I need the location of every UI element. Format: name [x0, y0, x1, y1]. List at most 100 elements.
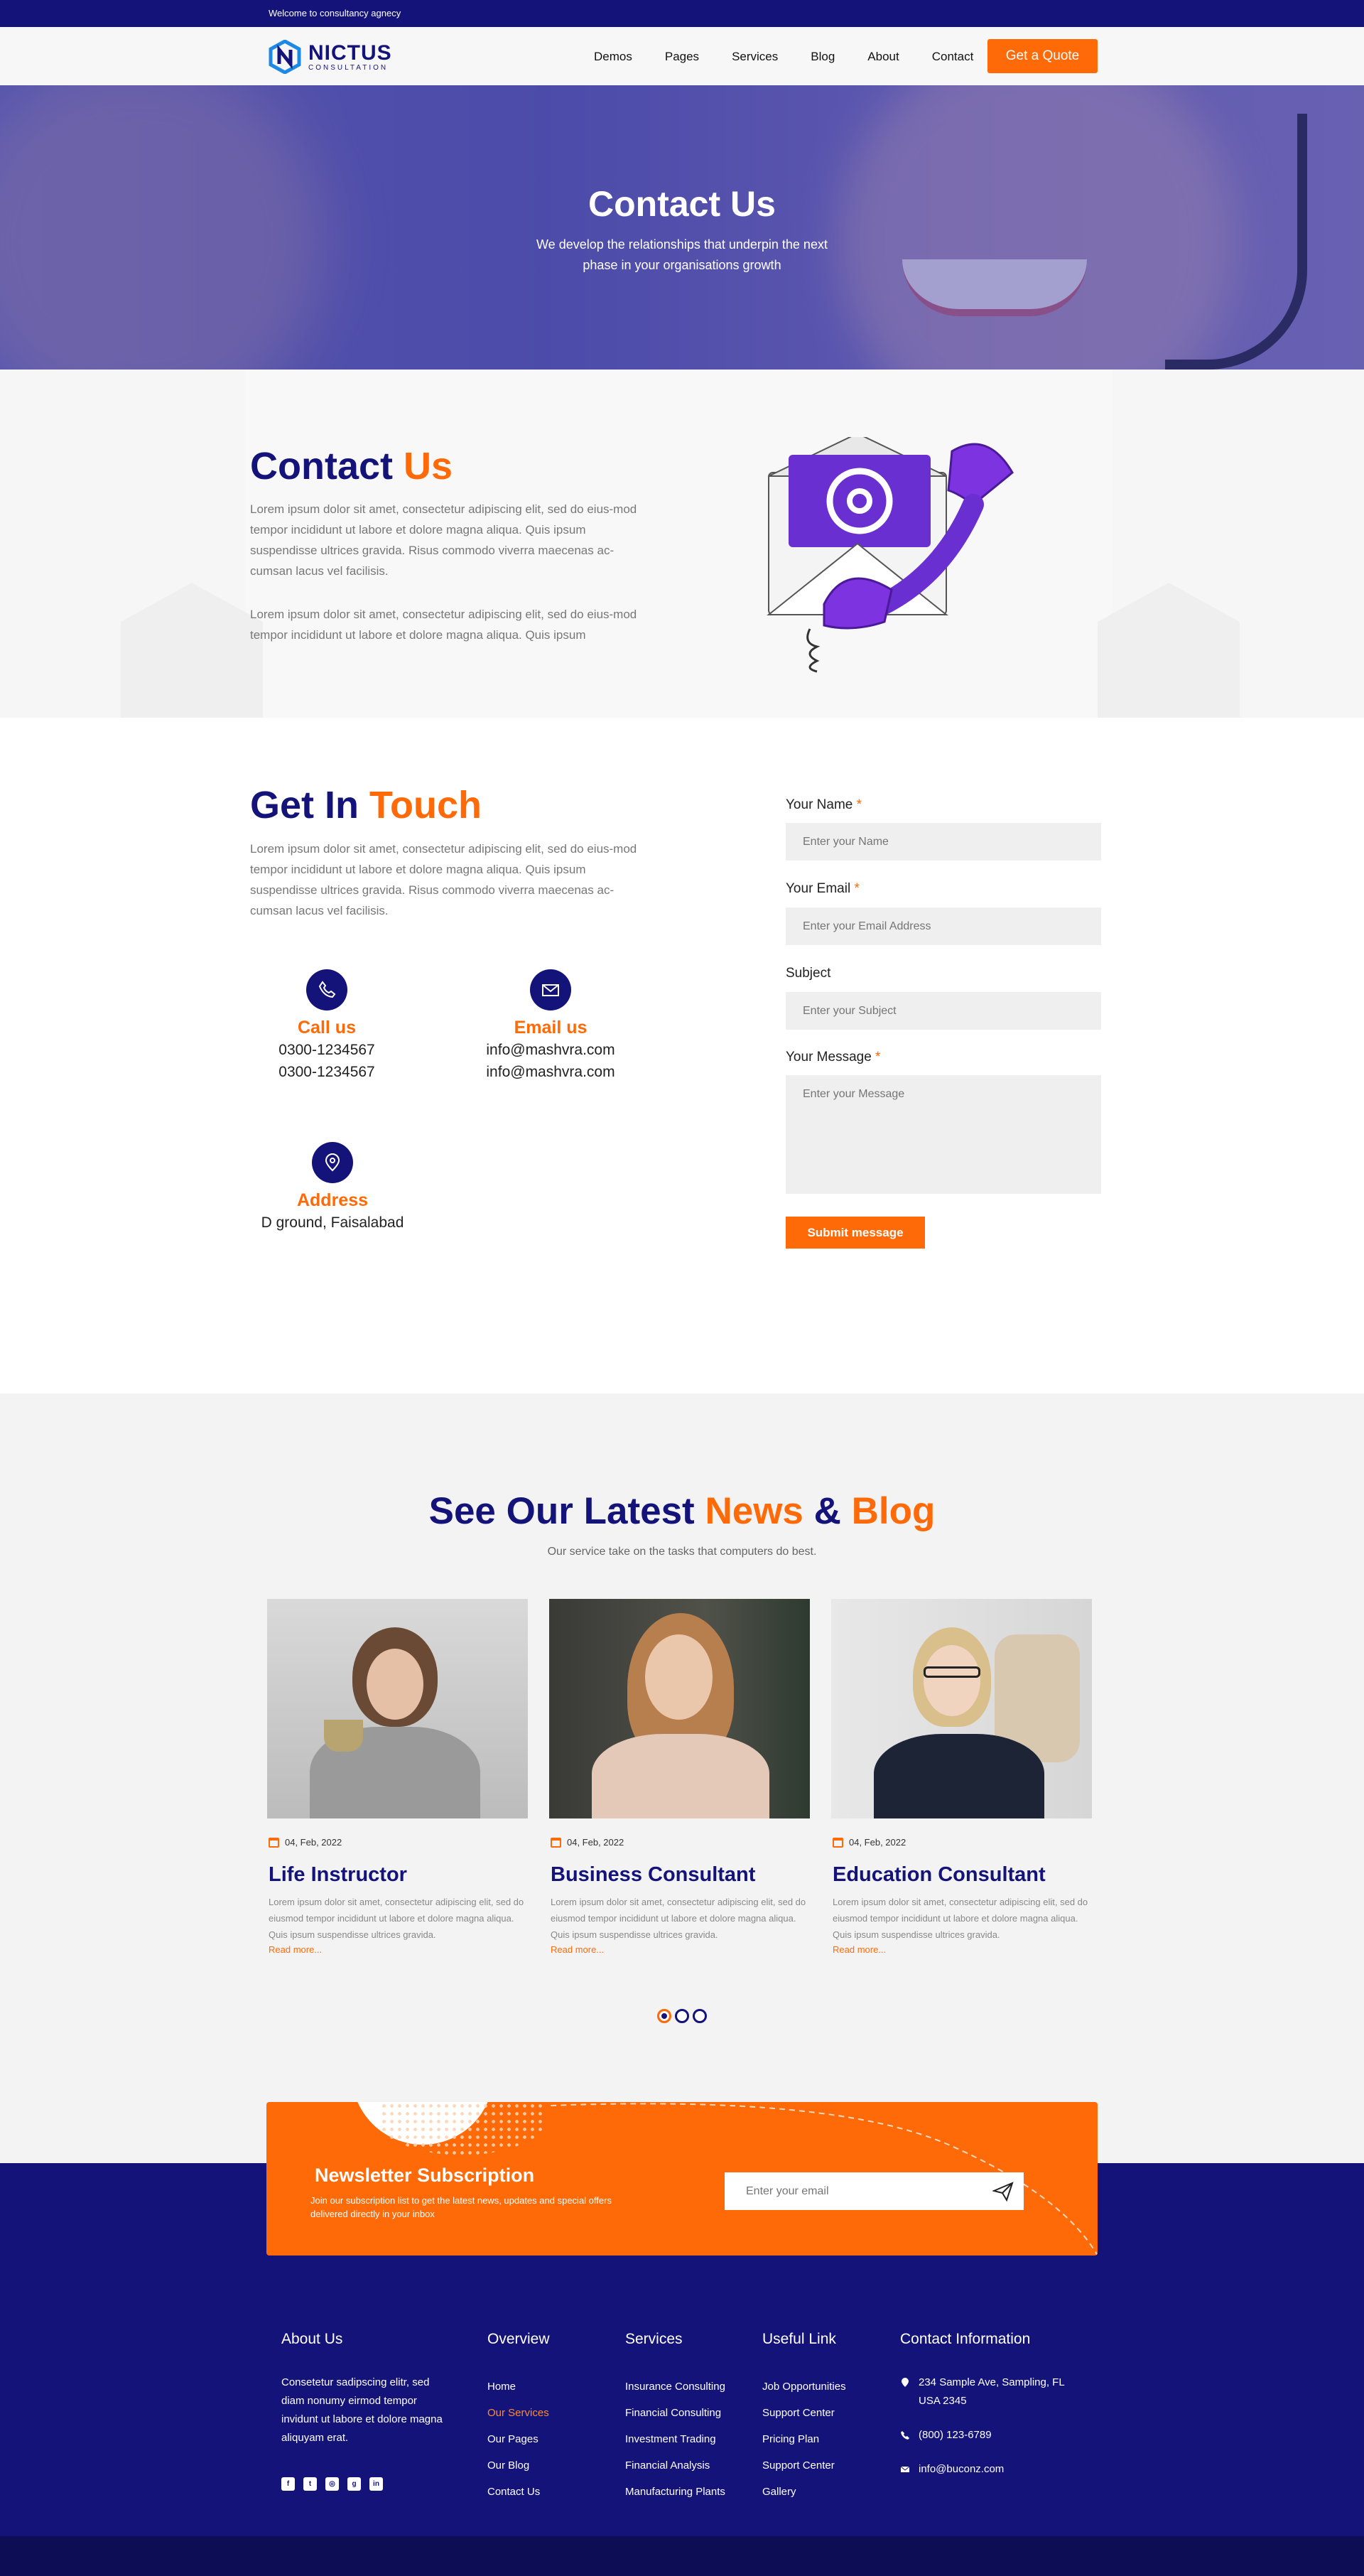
- touch-title-part1: Get In: [250, 784, 359, 826]
- footer-contact: Contact Information 234 Sample Ave, Samp…: [900, 2331, 1085, 2494]
- email-phone-icon: [767, 437, 1014, 673]
- newsletter-email-input[interactable]: [725, 2172, 1024, 2210]
- blog-date: 04, Feb, 2022: [551, 1837, 810, 1848]
- google-icon[interactable]: g: [347, 2477, 361, 2491]
- address-title: Address: [296, 1190, 369, 1210]
- blog-card-title[interactable]: Business Consultant: [551, 1863, 810, 1887]
- footer-link[interactable]: Investment Trading: [625, 2426, 725, 2452]
- blog-image-businesswoman[interactable]: [549, 1599, 810, 1818]
- read-more-link[interactable]: Read more...: [833, 1944, 1092, 1955]
- about-title: Contact Us: [250, 444, 453, 488]
- footer-link[interactable]: Our Blog: [487, 2452, 550, 2479]
- slider-dot[interactable]: [693, 2009, 707, 2023]
- blog-card[interactable]: 04, Feb, 2022 Business Consultant Lorem …: [549, 1599, 810, 1955]
- footer-link[interactable]: Job Opportunities: [762, 2373, 846, 2400]
- logo-subtitle: CONSULTATION: [308, 63, 389, 72]
- footer-link[interactable]: Gallery: [762, 2479, 846, 2505]
- subject-input[interactable]: [786, 992, 1101, 1030]
- footer-link[interactable]: Pricing Plan: [762, 2426, 846, 2452]
- read-more-link[interactable]: Read more...: [269, 1944, 528, 1955]
- background-hexagon: [121, 583, 263, 718]
- hero-title: Contact Us: [588, 184, 776, 224]
- blog-card[interactable]: 04, Feb, 2022 Education Consultant Lorem…: [831, 1599, 1092, 1955]
- phone-number[interactable]: 0300-1234567: [234, 1040, 419, 1060]
- touch-title: Get In Touch: [250, 783, 482, 827]
- footer-link[interactable]: Home: [487, 2373, 550, 2400]
- about-title-part1: Contact: [250, 445, 393, 487]
- location-pin-icon: [312, 1142, 353, 1183]
- envelope-icon: [530, 969, 571, 1011]
- footer-bottom-bar: [0, 2536, 1364, 2576]
- footer-link[interactable]: Our Pages: [487, 2426, 550, 2452]
- about-paragraph-1: Lorem ipsum dolor sit amet, consectetur …: [250, 502, 637, 578]
- nav-contact[interactable]: Contact: [932, 50, 974, 64]
- paper-plane-icon[interactable]: [992, 2181, 1014, 2202]
- submit-message-button[interactable]: Submit message: [786, 1217, 925, 1249]
- blog-card[interactable]: 04, Feb, 2022 Life Instructor Lorem ipsu…: [267, 1599, 528, 1955]
- logo[interactable]: NICTUS CONSULTATION: [269, 39, 392, 75]
- calendar-icon: [833, 1837, 843, 1848]
- footer-link[interactable]: Insurance Consulting: [625, 2373, 725, 2400]
- get-quote-button[interactable]: Get a Quote: [987, 39, 1098, 73]
- footer-link[interactable]: Financial Analysis: [625, 2452, 725, 2479]
- blog-title-part4: Blog: [851, 1490, 936, 1532]
- nav-pages[interactable]: Pages: [665, 50, 699, 64]
- footer-useful-title: Useful Link: [762, 2331, 836, 2347]
- background-hexagon: [1098, 583, 1240, 718]
- footer-email[interactable]: info@buconz.com: [900, 2460, 1085, 2479]
- email-address[interactable]: info@mashvra.com: [458, 1062, 643, 1082]
- slider-dot[interactable]: [657, 2009, 671, 2023]
- blog-excerpt: Lorem ipsum dolor sit amet, consectetur …: [833, 1897, 1088, 1940]
- facebook-icon[interactable]: f: [281, 2477, 295, 2491]
- nav-demos[interactable]: Demos: [594, 50, 632, 64]
- footer-overview: Overview Home Our Services Our Pages Our…: [487, 2331, 550, 2505]
- read-more-link[interactable]: Read more...: [551, 1944, 810, 1955]
- footer-link[interactable]: Manufacturing Plants: [625, 2479, 725, 2505]
- footer-link-active[interactable]: Our Services: [487, 2400, 550, 2426]
- email-address[interactable]: info@mashvra.com: [458, 1040, 643, 1060]
- email-us-title: Email us: [514, 1018, 588, 1038]
- blog-title-part2: News: [705, 1490, 803, 1532]
- footer-address: 234 Sample Ave, Sampling, FL USA 2345: [900, 2373, 1085, 2410]
- blog-section: See Our Latest News & Blog Our service t…: [0, 1394, 1364, 2163]
- nav-about[interactable]: About: [867, 50, 899, 64]
- touch-title-part2: Touch: [369, 784, 482, 826]
- footer-contact-title: Contact Information: [900, 2331, 1031, 2347]
- slider-dot[interactable]: [675, 2009, 689, 2023]
- decorative-halftone: [380, 2102, 543, 2155]
- footer-link[interactable]: Contact Us: [487, 2479, 550, 2505]
- blog-card-title[interactable]: Life Instructor: [269, 1863, 528, 1887]
- main-nav: Demos Pages Services Blog About Contact: [594, 50, 1006, 64]
- email-us-block: Email us info@mashvra.com info@mashvra.c…: [458, 969, 643, 1082]
- call-us-title: Call us: [298, 1018, 356, 1038]
- twitter-icon[interactable]: t: [303, 2477, 317, 2491]
- footer-phone[interactable]: (800) 123-6789: [900, 2426, 1085, 2445]
- hero-subtitle: We develop the relationships that underp…: [536, 237, 828, 272]
- nav-blog[interactable]: Blog: [811, 50, 835, 64]
- footer-link[interactable]: Support Center: [762, 2400, 846, 2426]
- blog-date: 04, Feb, 2022: [269, 1837, 528, 1848]
- top-bar: Welcome to consultancy agnecy: [0, 0, 1364, 27]
- blog-image-woman-coffee[interactable]: [267, 1599, 528, 1818]
- blog-title: See Our Latest News & Blog: [0, 1489, 1364, 1533]
- instagram-icon[interactable]: ◎: [325, 2477, 339, 2491]
- blog-excerpt: Lorem ipsum dolor sit amet, consectetur …: [269, 1897, 524, 1940]
- email-label: Your Email *: [786, 881, 860, 896]
- phone-number[interactable]: 0300-1234567: [234, 1062, 419, 1082]
- footer-services: Services Insurance Consulting Financial …: [625, 2331, 725, 2505]
- welcome-text: Welcome to consultancy agnecy: [269, 8, 401, 18]
- message-textarea[interactable]: [786, 1075, 1101, 1194]
- about-paragraph-2: Lorem ipsum dolor sit amet, consectetur …: [250, 608, 637, 642]
- footer-link[interactable]: Support Center: [762, 2452, 846, 2479]
- envelope-icon: [900, 2466, 910, 2472]
- email-input[interactable]: [786, 907, 1101, 945]
- linkedin-icon[interactable]: in: [369, 2477, 383, 2491]
- about-title-part2: Us: [404, 445, 453, 487]
- name-input[interactable]: [786, 823, 1101, 861]
- phone-icon: [901, 2431, 909, 2440]
- footer-link[interactable]: Financial Consulting: [625, 2400, 725, 2426]
- blog-image-woman-glasses[interactable]: [831, 1599, 1092, 1818]
- nav-services[interactable]: Services: [732, 50, 778, 64]
- blog-card-title[interactable]: Education Consultant: [833, 1863, 1092, 1887]
- footer-about: About Us Consetetur sadipscing elitr, se…: [281, 2331, 455, 2491]
